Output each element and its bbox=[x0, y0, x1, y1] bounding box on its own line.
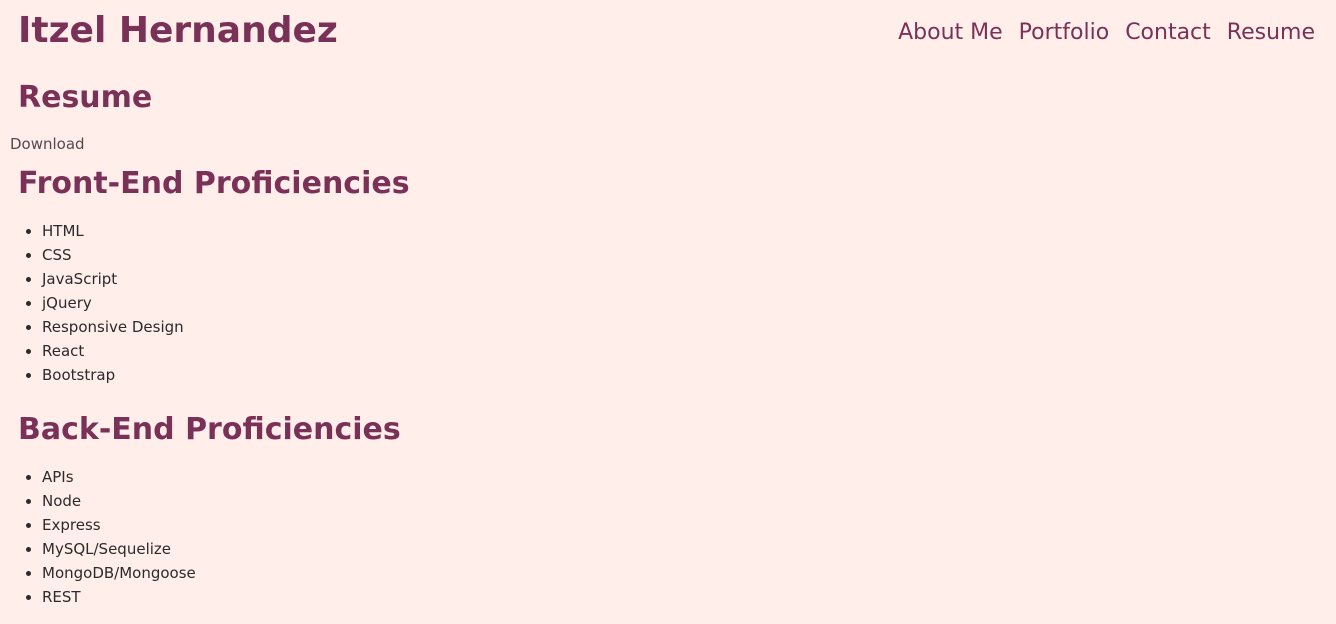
list-item: JavaScript bbox=[42, 267, 184, 291]
back-end-heading: Back-End Proficiencies bbox=[18, 412, 401, 447]
list-item: APIs bbox=[42, 465, 196, 489]
list-item: Bootstrap bbox=[42, 363, 184, 387]
list-item: jQuery bbox=[42, 291, 184, 315]
list-item: Node bbox=[42, 489, 196, 513]
front-end-heading: Front-End Proficiencies bbox=[18, 166, 410, 201]
list-item: MongoDB/Mongoose bbox=[42, 561, 196, 585]
site-header: Itzel Hernandez About Me Portfolio Conta… bbox=[0, 0, 1336, 66]
list-item: Express bbox=[42, 513, 196, 537]
list-item: REST bbox=[42, 585, 196, 609]
front-end-list: HTML CSS JavaScript jQuery Responsive De… bbox=[0, 219, 184, 387]
nav-link-portfolio[interactable]: Portfolio bbox=[1019, 18, 1110, 48]
list-item: React bbox=[42, 339, 184, 363]
list-item: HTML bbox=[42, 219, 184, 243]
nav-link-contact[interactable]: Contact bbox=[1125, 18, 1211, 48]
list-item: Responsive Design bbox=[42, 315, 184, 339]
back-end-list: APIs Node Express MySQL/Sequelize MongoD… bbox=[0, 465, 196, 609]
nav-link-about-me[interactable]: About Me bbox=[898, 18, 1003, 48]
list-item: CSS bbox=[42, 243, 184, 267]
nav-link-resume[interactable]: Resume bbox=[1227, 18, 1315, 48]
resume-heading: Resume bbox=[18, 80, 153, 115]
main-nav: About Me Portfolio Contact Resume bbox=[898, 18, 1315, 48]
list-item: MySQL/Sequelize bbox=[42, 537, 196, 561]
site-title: Itzel Hernandez bbox=[18, 10, 338, 51]
download-link[interactable]: Download bbox=[10, 134, 85, 154]
